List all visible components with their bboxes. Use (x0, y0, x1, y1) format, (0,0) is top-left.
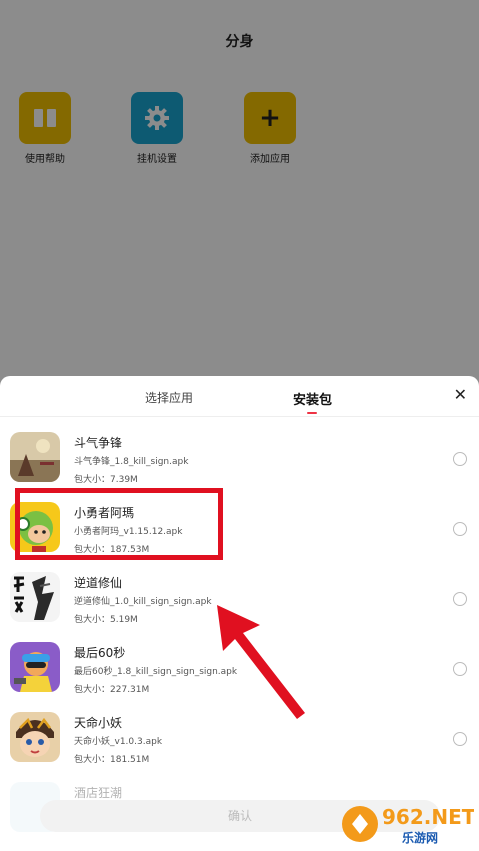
package-size: 包大小：5.19M (74, 615, 138, 625)
sheet-tabs: 选择应用 安装包 ✕ (0, 376, 479, 417)
select-radio[interactable] (453, 592, 467, 606)
apk-filename: 斗气争锋_1.8_kill_sign.apk (74, 457, 189, 467)
select-radio[interactable] (453, 662, 467, 676)
list-item[interactable]: 斗气争锋 斗气争锋_1.8_kill_sign.apk 包大小：7.39M (0, 424, 479, 494)
watermark-logo: 962.NET 乐游网 (340, 802, 476, 846)
app-icon-zuihou60miao (10, 642, 60, 692)
app-name: 最后60秒 (74, 646, 126, 660)
tab-select-app[interactable]: 选择应用 (145, 389, 193, 406)
app-name: 天命小妖 (74, 716, 123, 730)
app-name: 斗气争锋 (74, 436, 123, 450)
select-radio[interactable] (453, 522, 467, 536)
package-size: 包大小：227.31M (74, 685, 150, 695)
package-size: 包大小：181.51M (74, 755, 150, 765)
highlight-box (15, 488, 223, 560)
app-icon-nidao (10, 572, 60, 622)
arrow-icon (217, 605, 305, 719)
app-name: 酒店狂潮 (74, 786, 123, 800)
apk-filename: 天命小妖_v1.0.3.apk (74, 737, 163, 747)
app-icon-tianming (10, 712, 60, 762)
close-icon[interactable]: ✕ (454, 385, 467, 404)
apk-filename: 逆道修仙_1.0_kill_sign_sign.apk (74, 597, 212, 607)
app-name: 逆道修仙 (74, 576, 123, 590)
select-radio[interactable] (453, 452, 467, 466)
svg-text:962.NET: 962.NET (382, 805, 474, 829)
app-icon-douqi (10, 432, 60, 482)
svg-text:乐游网: 乐游网 (402, 830, 438, 845)
package-size: 包大小：7.39M (74, 475, 138, 485)
tab-install-package[interactable]: 安装包 (293, 389, 332, 408)
tab-indicator (307, 412, 317, 414)
select-radio[interactable] (453, 732, 467, 746)
